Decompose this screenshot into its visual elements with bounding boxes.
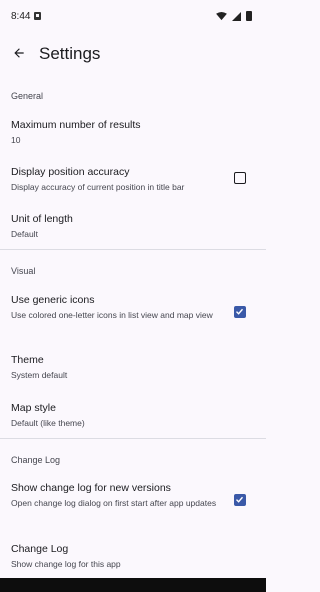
pref-max-results[interactable]: Maximum number of results 10 xyxy=(0,119,266,149)
pref-value: 10 xyxy=(11,135,21,145)
pref-change-log[interactable]: Change Log Show change log for this app xyxy=(0,543,266,573)
page-title: Settings xyxy=(39,44,101,63)
pref-summary: Use colored one-letter icons in list vie… xyxy=(11,310,213,320)
section-header-general: General xyxy=(11,91,44,101)
status-time: 8:44 xyxy=(11,11,31,22)
wifi-icon xyxy=(216,11,227,20)
pref-title: Map style xyxy=(11,402,56,414)
battery-icon xyxy=(246,11,252,21)
section-divider xyxy=(0,249,266,250)
section-header-changelog: Change Log xyxy=(11,455,61,465)
pref-title: Use generic icons xyxy=(11,294,95,306)
system-nav-bar xyxy=(0,578,266,592)
pref-position-accuracy[interactable]: Display position accuracy Display accura… xyxy=(0,166,266,196)
pref-title: Change Log xyxy=(11,543,69,555)
back-button[interactable] xyxy=(8,42,30,64)
arrow-back-icon xyxy=(14,48,24,58)
pref-value: Default xyxy=(11,229,38,239)
top-app-bar: Settings xyxy=(0,34,266,74)
section-divider xyxy=(0,438,266,439)
pref-title: Maximum number of results xyxy=(11,119,141,131)
pref-summary: Open change log dialog on first start af… xyxy=(11,498,217,508)
generic-icons-checkbox[interactable] xyxy=(234,306,246,318)
pref-show-changelog[interactable]: Show change log for new versions Open ch… xyxy=(0,482,266,522)
check-icon xyxy=(236,308,244,315)
pref-title: Theme xyxy=(11,354,44,366)
pref-title: Display position accuracy xyxy=(11,166,130,178)
section-header-visual: Visual xyxy=(11,266,36,276)
show-changelog-checkbox[interactable] xyxy=(234,494,246,506)
cell-signal-icon xyxy=(232,11,241,21)
pref-title: Unit of length xyxy=(11,213,73,225)
pref-title: Show change log for new versions xyxy=(11,482,171,494)
pref-generic-icons[interactable]: Use generic icons Use colored one-letter… xyxy=(0,294,266,334)
pref-unit-of-length[interactable]: Unit of length Default xyxy=(0,213,266,243)
pref-value: System default xyxy=(11,370,68,380)
check-icon xyxy=(236,496,244,503)
pref-theme[interactable]: Theme System default xyxy=(0,354,266,384)
pref-summary: Show change log for this app xyxy=(11,559,121,569)
status-icons xyxy=(216,11,252,21)
pref-value: Default (like theme) xyxy=(11,418,85,428)
notification-icon xyxy=(34,12,41,20)
status-bar: 8:44 xyxy=(0,0,266,34)
position-accuracy-checkbox[interactable] xyxy=(234,172,246,184)
pref-summary: Display accuracy of current position in … xyxy=(11,182,185,192)
pref-map-style[interactable]: Map style Default (like theme) xyxy=(0,402,266,432)
